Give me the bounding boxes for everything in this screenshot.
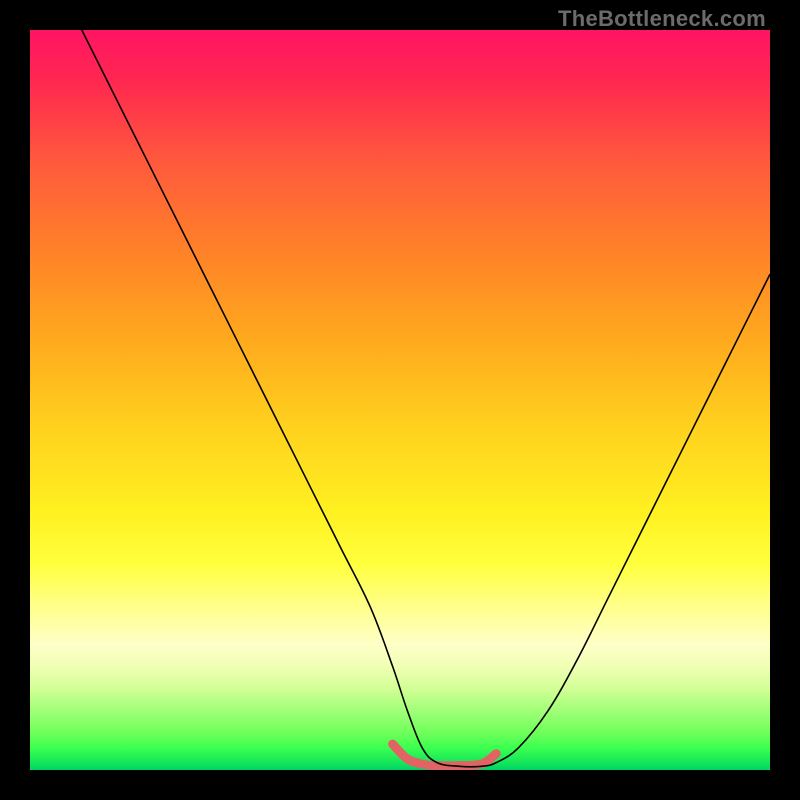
attribution-text: TheBottleneck.com <box>558 6 766 32</box>
curve-layer <box>30 30 770 770</box>
bottom-highlight-path <box>393 744 497 766</box>
plot-area <box>30 30 770 770</box>
main-curve-path <box>82 30 770 767</box>
chart-frame: TheBottleneck.com <box>0 0 800 800</box>
